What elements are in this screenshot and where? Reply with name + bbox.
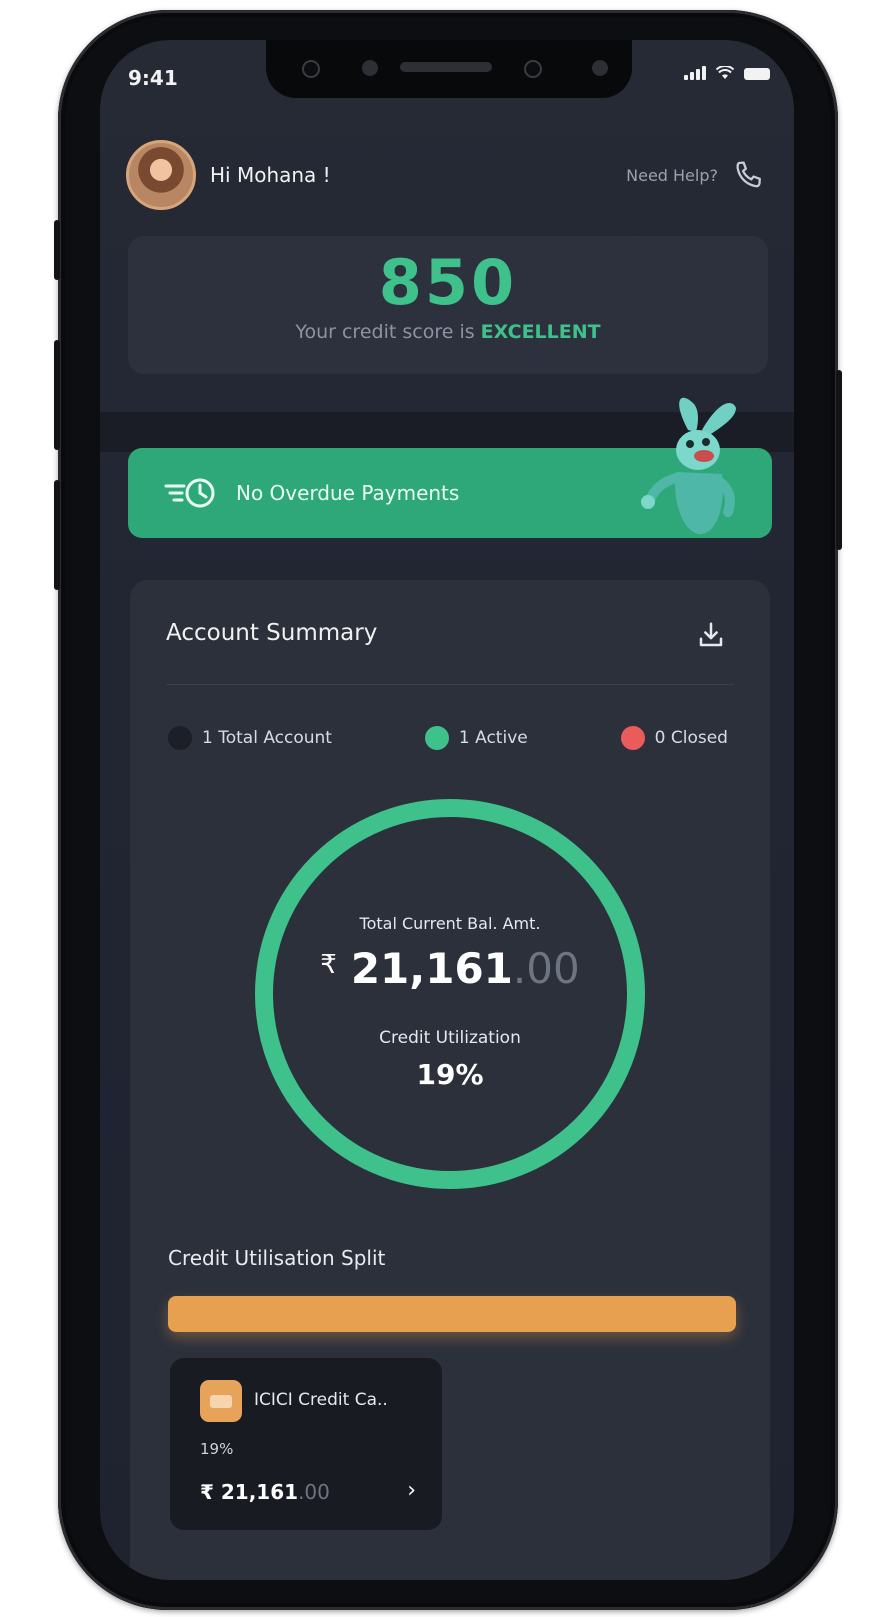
summary-divider (166, 684, 734, 685)
greeting-text: Hi Mohana ! (210, 163, 331, 187)
total-balance-amount: ₹21,161.00 (252, 944, 648, 993)
credit-score-rating: EXCELLENT (480, 321, 601, 343)
balance-ring-content: Total Current Bal. Amt. ₹21,161.00 Credi… (252, 796, 648, 1192)
credit-utilisation-split-bar (168, 1296, 736, 1332)
balance-ring: Total Current Bal. Amt. ₹21,161.00 Credi… (252, 796, 648, 1192)
mute-switch (54, 220, 60, 280)
download-icon[interactable] (696, 620, 726, 650)
legend-label-active: 1 Active (458, 728, 528, 748)
credit-card-name: ICICI Credit Ca.. (254, 1390, 388, 1410)
need-help-label: Need Help? (626, 165, 718, 185)
dot-projector (592, 60, 608, 76)
credit-score-caption-prefix: Your credit score is (295, 321, 475, 343)
credit-card-icon (200, 1380, 242, 1422)
legend-label-total: 1 Total Account (202, 728, 332, 748)
rabbit-mascot-icon (641, 397, 736, 535)
no-overdue-banner[interactable]: No Overdue Payments (128, 397, 772, 538)
avatar[interactable] (126, 140, 196, 210)
legend-dot-active (424, 726, 449, 750)
credit-utilization-value: 19% (416, 1058, 484, 1091)
need-help-link[interactable]: Need Help? (626, 158, 766, 192)
account-summary-card: Account Summary 1 Total Account 1 Active… (130, 580, 770, 1580)
legend-dot-total (168, 726, 192, 750)
no-overdue-label: No Overdue Payments (236, 481, 460, 505)
total-balance-decimal: .00 (512, 944, 580, 993)
credit-card-percent: 19% (200, 1440, 234, 1458)
signal-icon (684, 66, 706, 80)
phone-icon (736, 161, 761, 188)
status-time: 9:41 (128, 66, 178, 90)
credit-score-card[interactable]: 850 Your credit score is EXCELLENT (128, 236, 768, 374)
camera-notch (266, 40, 632, 98)
battery-icon (744, 68, 770, 80)
credit-card-amount: ₹ 21,161.00 (200, 1480, 330, 1504)
proximity-sensor (302, 60, 320, 78)
greeting-row: Hi Mohana ! (126, 140, 331, 210)
credit-card-amount-whole: ₹ 21,161 (200, 1480, 299, 1504)
legend-active-accounts: 1 Active (424, 726, 528, 750)
total-balance-whole: 21,161 (350, 944, 513, 993)
front-camera (524, 60, 542, 78)
credit-card-amount-decimal: .00 (298, 1480, 330, 1504)
credit-score-value: 850 (378, 246, 518, 319)
legend-label-closed: 0 Closed (654, 728, 728, 748)
status-icons (684, 66, 770, 80)
legend-closed-accounts: 0 Closed (620, 726, 728, 750)
credit-card-tile[interactable]: ICICI Credit Ca.. 19% ₹ 21,161.00 › (170, 1358, 442, 1530)
chevron-right-icon[interactable]: › (407, 1478, 416, 1503)
clock-list-icon (164, 478, 215, 508)
earpiece-speaker (400, 62, 492, 72)
front-sensor (362, 60, 378, 76)
volume-down-button (54, 480, 60, 590)
rupee-symbol: ₹ (320, 950, 337, 980)
credit-utilisation-split-title: Credit Utilisation Split (168, 1246, 386, 1270)
power-button (836, 370, 842, 550)
account-summary-title: Account Summary (166, 620, 378, 646)
volume-up-button (54, 340, 60, 450)
total-balance-label: Total Current Bal. Amt. (359, 914, 541, 933)
legend-total-accounts: 1 Total Account (168, 726, 332, 750)
legend-dot-closed (620, 726, 645, 750)
wifi-icon (716, 66, 734, 79)
app-screen: 9:41 Hi Mohana ! Need Help? 850 Your cre… (100, 40, 794, 1580)
credit-score-caption: Your credit score is EXCELLENT (128, 321, 768, 343)
account-legend: 1 Total Account 1 Active 0 Closed (168, 726, 728, 750)
credit-utilization-label: Credit Utilization (379, 1028, 521, 1048)
